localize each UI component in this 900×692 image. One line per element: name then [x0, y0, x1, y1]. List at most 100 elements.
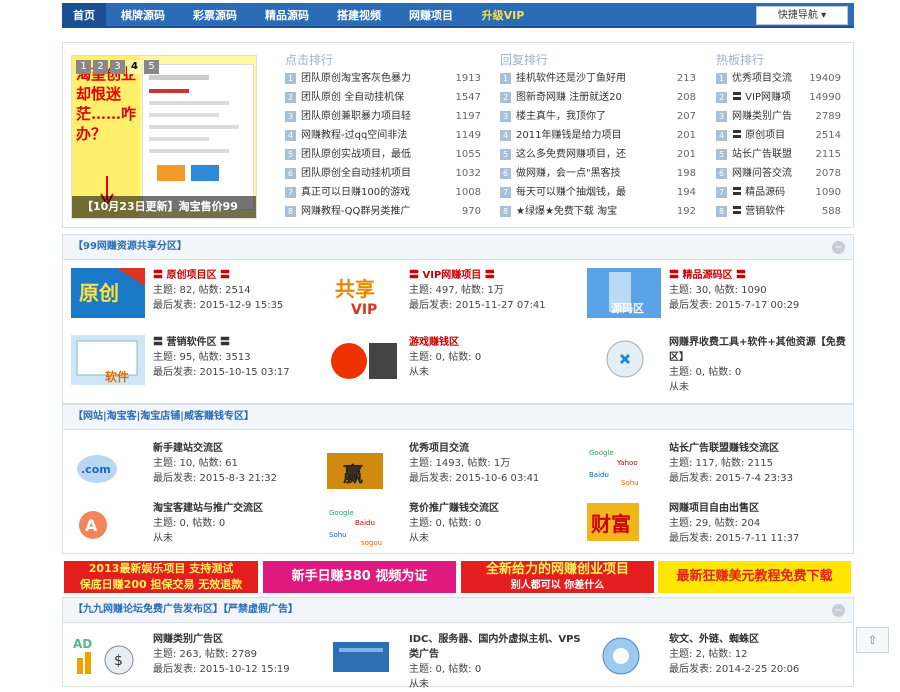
forum-name-link[interactable]: 竞价推广赚钱交流区 — [409, 501, 589, 516]
nav-setup-video[interactable]: 搭建视频 — [330, 3, 388, 28]
ranking-row[interactable]: 3 网赚类别广告 2789 — [716, 107, 841, 126]
rank-title-link[interactable]: 这么多免费网赚项目，还 — [516, 149, 626, 160]
forum-name-link[interactable]: 站长广告联盟赚钱交流区 — [669, 441, 849, 456]
promo-slider[interactable]: 渴望创业却恨迷茫……咋办？ 12345 【10月23日更新】淘宝售价99 — [71, 55, 257, 219]
forum-icon[interactable]: 源码区 — [587, 268, 661, 318]
quick-nav-button[interactable]: 快捷导航 ▾ — [756, 6, 848, 25]
forum-last-post[interactable]: 最后发表: 2015-8-3 21:32 — [153, 471, 333, 486]
ranking-row[interactable]: 5 站长广告联盟 2115 — [716, 145, 841, 164]
ad-banner-4[interactable]: 最新狂赚美元教程免费下载 — [658, 561, 851, 593]
nav-home[interactable]: 首页 — [62, 3, 106, 28]
rank-title-link[interactable]: ★绿爆★免费下载 淘宝 — [516, 206, 617, 217]
nav-lottery-source[interactable]: 彩票源码 — [186, 3, 244, 28]
slider-page-4[interactable]: 4 — [127, 60, 142, 74]
ranking-row[interactable]: 2 〓 VIP网赚项 14990 — [716, 88, 841, 107]
ranking-row[interactable]: 8 〓 营销软件 588 — [716, 202, 841, 221]
forum-icon[interactable]: Google Baidu Sohu sogou — [327, 501, 401, 551]
forum-name-link[interactable]: 软文、外链、蜘蛛区 — [669, 632, 849, 647]
ranking-row[interactable]: 2 团队原创 全自动挂机保 1547 — [285, 88, 481, 107]
forum-icon[interactable]: 财富 — [587, 501, 661, 551]
ranking-row[interactable]: 8 网赚教程-QQ群另类推广 970 — [285, 202, 481, 221]
rank-title-link[interactable]: 优秀项目交流 — [732, 73, 792, 84]
forum-name-link[interactable]: 〓 营销软件区 〓 — [153, 335, 333, 350]
slider-page-1[interactable]: 1 — [76, 60, 91, 74]
rank-title-link[interactable]: 团队原创全自动挂机项目 — [301, 168, 411, 179]
ranking-row[interactable]: 2 图新奇网赚 注册就送20 208 — [500, 88, 696, 107]
ranking-row[interactable]: 1 挂机软件还是沙丁鱼好用 213 — [500, 69, 696, 88]
rank-title-link[interactable]: 网赚教程-过qq空间非法 — [301, 130, 407, 141]
forum-name-link[interactable]: 〓 原创项目区 〓 — [153, 268, 333, 283]
rank-title-link[interactable]: 团队原创实战项目，最低 — [301, 149, 411, 160]
forum-icon[interactable]: Google Yahoo Baidu Sohu — [587, 441, 661, 491]
forum-icon[interactable]: 赢 — [327, 441, 401, 491]
forum-icon[interactable]: 共享 VIP — [327, 268, 401, 318]
ranking-row[interactable]: 8 ★绿爆★免费下载 淘宝 192 — [500, 202, 696, 221]
forum-last-post[interactable]: 最后发表: 2015-7-11 11:37 — [669, 531, 849, 546]
forum-last-post[interactable]: 最后发表: 2015-11-27 07:41 — [409, 298, 589, 313]
collapse-icon[interactable]: − — [832, 604, 845, 617]
forum-last-post[interactable]: 最后发表: 2015-7-17 00:29 — [669, 298, 849, 313]
forum-name-link[interactable]: 新手建站交流区 — [153, 441, 333, 456]
ranking-row[interactable]: 7 每天可以赚个抽烟钱，最 194 — [500, 183, 696, 202]
slider-page-2[interactable]: 2 — [93, 60, 108, 74]
ranking-row[interactable]: 7 真正可以日赚100的游戏 1008 — [285, 183, 481, 202]
ranking-row[interactable]: 5 这么多免费网赚项目，还 201 — [500, 145, 696, 164]
forum-icon[interactable]: A — [71, 501, 145, 551]
ad-banner-3[interactable]: 全新给力的网赚创业项目 别人都可以 你差什么 — [461, 561, 654, 593]
rank-title-link[interactable]: 做网赚，会一点"黑客技 — [516, 168, 621, 179]
forum-last-post[interactable]: 最后发表: 2015-10-12 15:19 — [153, 662, 333, 677]
rank-title-link[interactable]: 〓 营销软件 — [732, 206, 785, 217]
forum-name-link[interactable]: 〓 VIP网赚项目 〓 — [409, 268, 589, 283]
forum-last-post[interactable]: 从未 — [409, 677, 589, 692]
rank-title-link[interactable]: 〓 精品源码 — [732, 187, 785, 198]
collapse-icon[interactable]: − — [832, 241, 845, 254]
rank-title-link[interactable]: 2011年赚钱是给力项目 — [516, 130, 621, 141]
ranking-row[interactable]: 7 〓 精品源码 1090 — [716, 183, 841, 202]
rank-title-link[interactable]: 图新奇网赚 注册就送20 — [516, 92, 622, 103]
ranking-row[interactable]: 4 2011年赚钱是给力项目 201 — [500, 126, 696, 145]
ranking-row[interactable]: 1 团队原创淘宝客灰色暴力 1913 — [285, 69, 481, 88]
forum-last-post[interactable]: 从未 — [669, 380, 849, 395]
slider-page-5[interactable]: 5 — [144, 60, 159, 74]
section-header[interactable]: 【99网赚资源共享分区】 — [63, 235, 853, 260]
forum-icon[interactable]: 软件 — [71, 335, 145, 385]
ranking-row[interactable]: 4 网赚教程-过qq空间非法 1149 — [285, 126, 481, 145]
ranking-row[interactable]: 6 网赚问答交流 2078 — [716, 164, 841, 183]
ranking-row[interactable]: 3 团队原创兼职暴力项目轻 1197 — [285, 107, 481, 126]
rank-title-link[interactable]: 楼主真牛，我顶你了 — [516, 111, 606, 122]
forum-icon[interactable]: .com — [71, 441, 145, 491]
forum-last-post[interactable]: 最后发表: 2015-10-15 03:17 — [153, 365, 333, 380]
forum-last-post[interactable]: 从未 — [153, 531, 333, 546]
back-to-top-icon[interactable]: ⇧ — [856, 627, 889, 653]
nav-chess-source[interactable]: 棋牌源码 — [114, 3, 172, 28]
forum-icon[interactable] — [327, 335, 401, 385]
rank-title-link[interactable]: 每天可以赚个抽烟钱，最 — [516, 187, 626, 198]
ranking-row[interactable]: 3 楼主真牛，我顶你了 207 — [500, 107, 696, 126]
slider-page-3[interactable]: 3 — [110, 60, 125, 74]
rank-title-link[interactable]: 挂机软件还是沙丁鱼好用 — [516, 73, 626, 84]
forum-icon[interactable] — [327, 632, 401, 682]
rank-title-link[interactable]: 站长广告联盟 — [732, 149, 792, 160]
forum-name-link[interactable]: 优秀项目交流 — [409, 441, 589, 456]
forum-name-link[interactable]: 游戏赚钱区 — [409, 335, 589, 350]
forum-last-post[interactable]: 最后发表: 2015-12-9 15:35 — [153, 298, 333, 313]
forum-last-post[interactable]: 最后发表: 2014-2-25 20:06 — [669, 662, 849, 677]
ad-banner-1[interactable]: 2013最新娱乐项目 支持测试 保底日赚200 担保交易 无效退款 — [64, 561, 258, 593]
section-header[interactable]: 【网站|淘宝客|淘宝店铺|威客赚钱专区】 — [63, 405, 853, 430]
rank-title-link[interactable]: 团队原创兼职暴力项目轻 — [301, 111, 411, 122]
rank-title-link[interactable]: 网赚问答交流 — [732, 168, 792, 179]
ranking-row[interactable]: 5 团队原创实战项目，最低 1055 — [285, 145, 481, 164]
forum-icon[interactable] — [587, 632, 661, 682]
forum-last-post[interactable]: 最后发表: 2015-10-6 03:41 — [409, 471, 589, 486]
forum-name-link[interactable]: 〓 精品源码区 〓 — [669, 268, 849, 283]
forum-icon[interactable]: AD $ — [71, 632, 145, 682]
slider-caption[interactable]: 【10月23日更新】淘宝售价99 — [72, 196, 256, 218]
nav-premium-source[interactable]: 精品源码 — [258, 3, 316, 28]
nav-upgrade-vip[interactable]: 升级VIP — [474, 3, 532, 28]
forum-name-link[interactable]: 淘宝客建站与推广交流区 — [153, 501, 333, 516]
forum-last-post[interactable]: 从未 — [409, 531, 589, 546]
forum-name-link[interactable]: 网赚类别广告区 — [153, 632, 333, 647]
rank-title-link[interactable]: 〓 VIP网赚项 — [732, 92, 791, 103]
rank-title-link[interactable]: 网赚类别广告 — [732, 111, 792, 122]
rank-title-link[interactable]: 团队原创淘宝客灰色暴力 — [301, 73, 411, 84]
